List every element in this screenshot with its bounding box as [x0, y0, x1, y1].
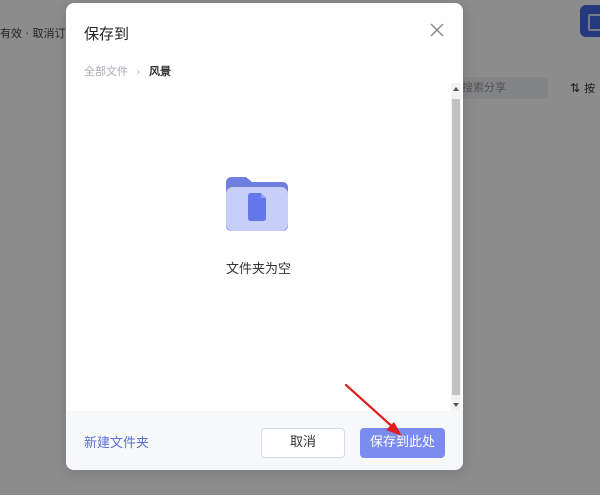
- breadcrumb-root[interactable]: 全部文件: [84, 65, 128, 78]
- scrollbar[interactable]: [451, 83, 461, 411]
- new-folder-link[interactable]: 新建文件夹: [84, 432, 149, 451]
- scroll-up-icon[interactable]: [453, 87, 459, 91]
- cancel-button[interactable]: 取消: [261, 428, 345, 458]
- folder-list: 文件夹为空: [66, 83, 463, 411]
- dialog-title: 保存到: [84, 25, 130, 43]
- breadcrumb: 全部文件 › 风景: [84, 63, 171, 79]
- save-to-dialog: 保存到 全部文件 › 风景 文件夹为空 新建文件夹 取消 保存到此处: [66, 3, 463, 470]
- scroll-thumb[interactable]: [452, 99, 460, 395]
- dialog-footer: 新建文件夹 取消 保存到此处: [66, 411, 463, 470]
- close-icon: [430, 23, 444, 37]
- save-here-button[interactable]: 保存到此处: [360, 428, 445, 458]
- breadcrumb-separator: ›: [136, 67, 141, 78]
- breadcrumb-current: 风景: [149, 65, 171, 78]
- empty-folder-message: 文件夹为空: [225, 262, 291, 277]
- empty-folder-icon: [226, 177, 288, 231]
- close-button[interactable]: [429, 22, 445, 38]
- scroll-down-icon[interactable]: [453, 403, 459, 407]
